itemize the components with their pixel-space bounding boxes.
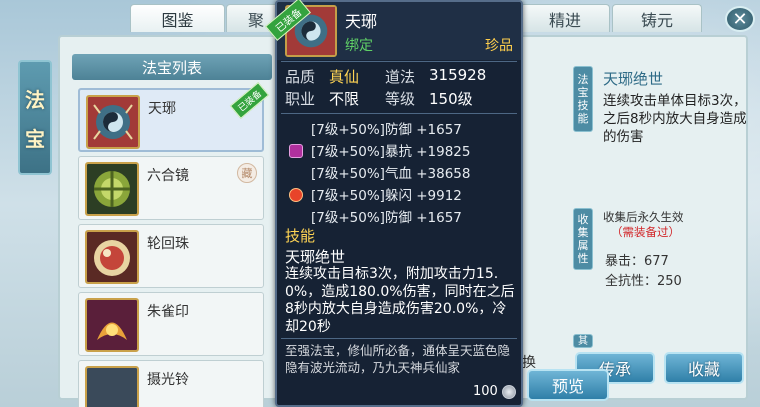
side-tab-char-1: 法: [25, 87, 45, 112]
attribute-row: [7级+50%]暴抗 +19825: [311, 144, 471, 160]
artifact-list[interactable]: 已装备 天琊 六合镜 藏 轮回珠 朱雀印 摄光铃: [72, 82, 272, 407]
daofa-label: 道法: [385, 68, 416, 86]
tooltip-bind: 绑定: [345, 38, 373, 54]
list-item-name: 天琊: [148, 101, 176, 117]
list-item-liuhejing[interactable]: 六合镜 藏: [78, 156, 264, 220]
skill-label: 法宝技能: [573, 66, 593, 132]
right-detail-area: 法宝技能 天琊绝世 连续攻击单体目标3次，之后8秒内放大自身造成的伤害 收集属性…: [573, 58, 751, 398]
flavor-text: 至强法宝，修仙所必备，通体呈天蓝色隐隐有波光流动，乃九天神兵仙家: [285, 343, 511, 375]
collect-mark-icon: 藏: [237, 163, 257, 183]
tab-jingjin[interactable]: 精进: [520, 4, 610, 32]
skill-name: 天琊绝世: [285, 248, 346, 266]
attribute-row: [7级+50%]防御 +1657: [311, 122, 462, 138]
list-item-lunhuizhu[interactable]: 轮回珠: [78, 224, 264, 288]
extra-label: 其: [573, 334, 593, 348]
list-header: 法宝列表: [72, 54, 272, 80]
quality-label: 品质: [285, 68, 316, 86]
list-item-zhuqueyin[interactable]: 朱雀印: [78, 292, 264, 356]
close-button[interactable]: ✕: [725, 6, 755, 32]
side-tab-char-2: 宝: [25, 126, 45, 151]
job-label: 职业: [285, 90, 316, 108]
attribute-row: [7级+50%]气血 +38658: [311, 166, 471, 182]
preview-button[interactable]: 预览: [527, 369, 609, 401]
need-equip-text: （需装备过）: [611, 225, 680, 239]
red-gem-icon: [289, 188, 303, 202]
list-item-sheguangling[interactable]: 摄光铃: [78, 360, 264, 407]
liuhejing-icon: [85, 162, 139, 216]
skill-description: 连续攻击单体目标3次，之后8秒内放大自身造成的伤害: [603, 93, 747, 145]
daofa-value: 315928: [429, 66, 487, 84]
collect-text: 收集后永久生效: [603, 210, 684, 224]
list-item-name: 六合镜: [147, 168, 189, 184]
skill-title: 天琊绝世: [603, 70, 664, 88]
quality-value: 真仙: [329, 68, 360, 86]
zhuqueyin-icon: [85, 298, 139, 352]
purple-gem-icon: [289, 144, 303, 158]
level-label: 等级: [385, 90, 416, 108]
tooltip-name: 天琊: [345, 12, 378, 31]
collect-label-text: 收集属性: [577, 213, 589, 265]
skill-desc: 连续攻击目标3次，附加攻击力15.0%，造成180.0%伤害，同时在之后8秒内放…: [285, 266, 515, 335]
equipped-tag: 已装备: [229, 82, 270, 119]
attribute-row: [7级+50%]躲闪 +9912: [311, 188, 462, 204]
coin-icon: [502, 385, 516, 399]
side-tab-fabao[interactable]: 法 宝: [18, 60, 52, 175]
separator: [281, 61, 517, 62]
skill-label-text: 法宝技能: [577, 73, 589, 125]
sheguangling-icon: [85, 366, 139, 407]
tianya-icon: [86, 95, 140, 149]
collect-button[interactable]: 收藏: [664, 352, 744, 384]
separator: [281, 338, 517, 339]
price-value: 100: [473, 384, 498, 399]
tab-tujian[interactable]: 图鉴: [130, 4, 225, 32]
item-tooltip: 天琊 绑定 珍品 品质 真仙 道法 315928 职业 不限 等级 150级 […: [275, 0, 523, 407]
tooltip-rarity: 珍品: [485, 38, 513, 54]
tab-zhuyuan[interactable]: 铸元: [612, 4, 702, 32]
separator: [281, 113, 517, 114]
attribute-row: [7级+50%]防御 +1657: [311, 210, 462, 226]
tooltip-header: 天琊 绑定 珍品: [277, 2, 521, 60]
list-item-name: 摄光铃: [147, 372, 189, 388]
collect-label: 收集属性: [573, 208, 593, 270]
list-item-tianya[interactable]: 已装备 天琊: [78, 82, 270, 152]
level-value: 150级: [429, 90, 473, 108]
stat-crit: 暴击：677: [605, 254, 669, 269]
list-item-name: 轮回珠: [147, 236, 189, 252]
job-value: 不限: [329, 90, 360, 108]
lunhuizhu-icon: [85, 230, 139, 284]
stat-resist: 全抗性：250: [605, 274, 682, 289]
list-item-name: 朱雀印: [147, 304, 189, 320]
skill-header: 技能: [285, 227, 316, 245]
